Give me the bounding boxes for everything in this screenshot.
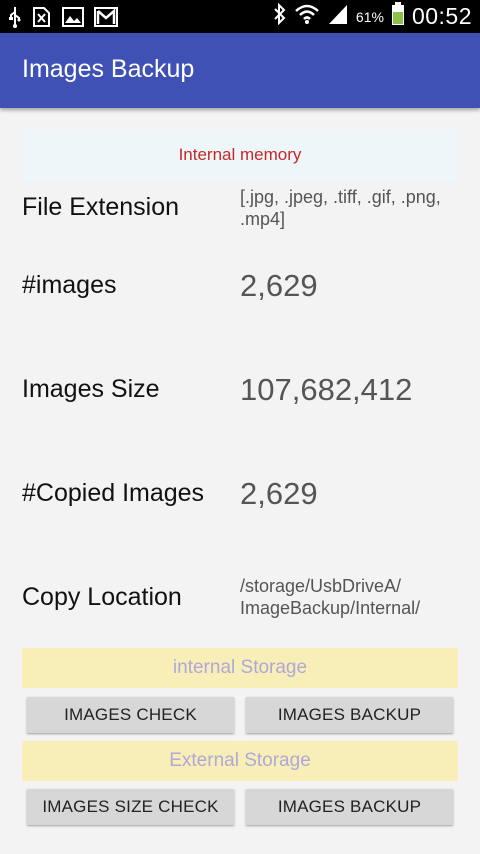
copy-location-value-line2: ImageBackup/Internal/ (240, 598, 421, 618)
external-images-backup-button[interactable]: IMAGES BACKUP (246, 789, 453, 825)
wifi-icon (294, 3, 320, 30)
images-size-value: 107,682,412 (240, 372, 413, 407)
internal-storage-header: internal Storage (22, 648, 458, 688)
copy-location-label: Copy Location (22, 583, 182, 611)
images-check-button[interactable]: IMAGES CHECK (27, 697, 234, 733)
images-count-value: 2,629 (240, 268, 318, 303)
image-icon (62, 6, 84, 27)
copy-location-value-line1: /storage/UsbDriveA/ (240, 576, 402, 596)
internal-images-backup-button[interactable]: IMAGES BACKUP (246, 697, 453, 733)
status-bar: 61% 00:52 (0, 0, 480, 33)
battery-icon (391, 2, 405, 31)
clock: 00:52 (411, 3, 472, 29)
usb-icon (8, 6, 22, 28)
copied-images-label: #Copied Images (22, 479, 205, 507)
app-title: Images Backup (22, 55, 195, 83)
signal-icon (327, 3, 349, 30)
gmail-icon (94, 6, 118, 27)
file-extension-value: [.jpg, .jpeg, .tiff, .gif, .png, .mp4] (240, 186, 466, 230)
battery-percent: 61% (355, 8, 384, 25)
file-extension-value-line1: [.jpg, .jpeg, .tiff, .gif, .png, (240, 187, 441, 207)
notification-icons (8, 4, 118, 29)
images-count-label: #images (22, 271, 117, 299)
storage-banner: Internal memory (22, 130, 458, 180)
images-size-check-button[interactable]: IMAGES SIZE CHECK (27, 789, 234, 825)
sim-blocked-icon (32, 6, 52, 28)
file-extension-value-line2: .mp4] (240, 209, 286, 229)
copy-location-value: /storage/UsbDriveA/ ImageBackup/Internal… (240, 575, 466, 619)
bluetooth-icon (273, 2, 287, 30)
app-bar: Images Backup (0, 33, 480, 108)
images-size-label: Images Size (22, 375, 160, 403)
copied-images-value: 2,629 (240, 476, 318, 511)
file-extension-label: File Extension (22, 193, 180, 221)
external-storage-header: External Storage (22, 741, 458, 781)
system-indicators: 61% 00:52 (273, 2, 472, 31)
